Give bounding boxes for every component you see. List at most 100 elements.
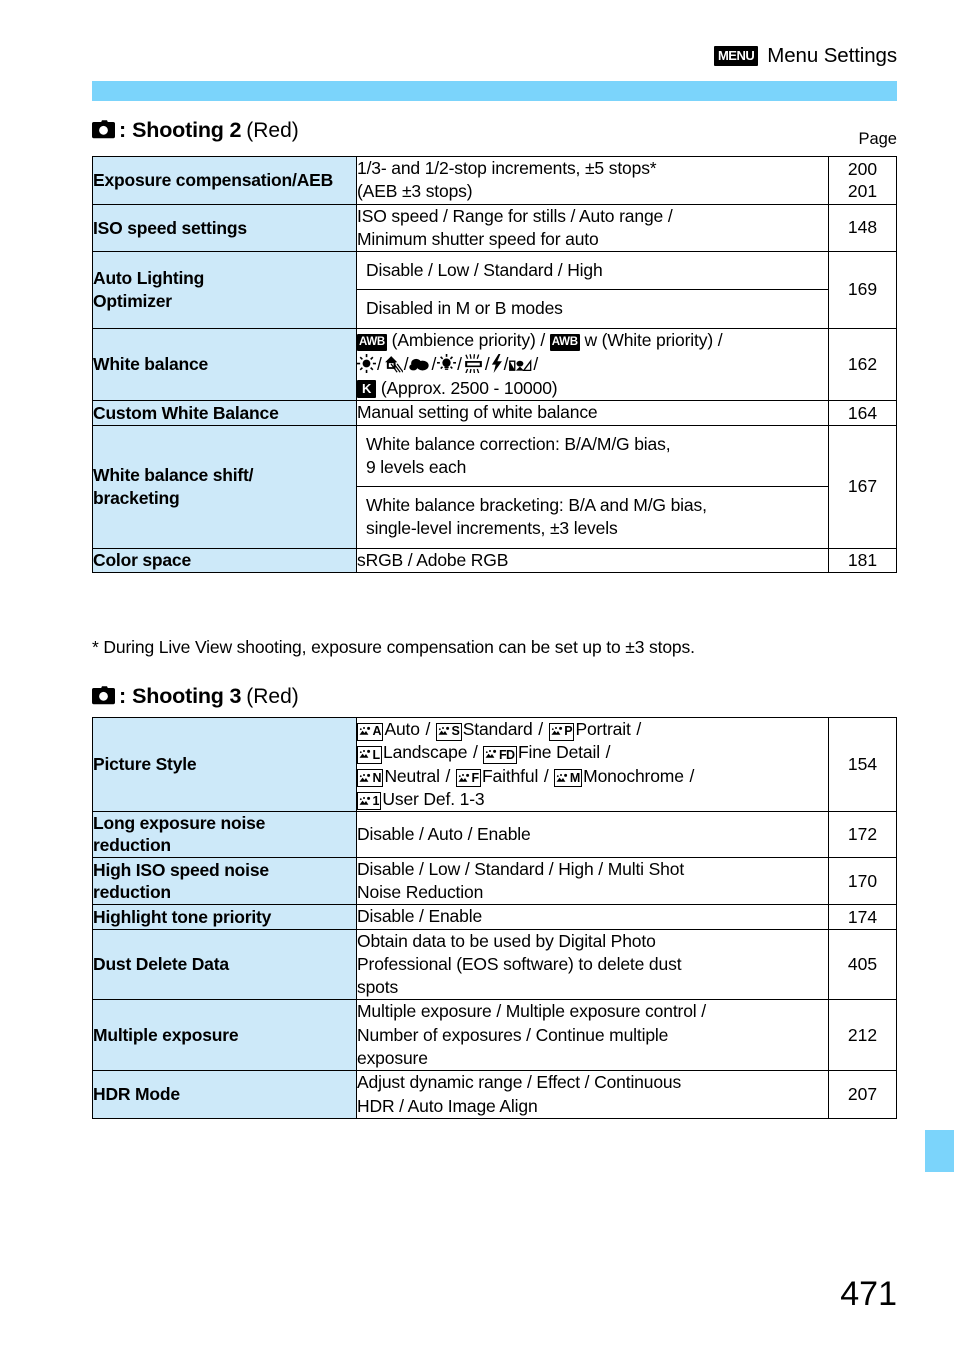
picture-style-standard-icon: S: [435, 722, 462, 741]
picture-style-portrait-icon: P: [548, 722, 575, 741]
table-row: HDR Mode Adjust dynamic range / Effect /…: [92, 1070, 897, 1119]
header-blue-rule: [92, 81, 897, 101]
shooting-3-table: Picture Style A Auto / S Standard / P Po…: [92, 716, 897, 1119]
table-row: High ISO speed noise reduction Disable /…: [92, 856, 897, 906]
row-page-high-iso-nr: 170: [828, 856, 897, 906]
row-page-long-exposure-nr: 172: [828, 811, 897, 858]
picture-style-auto-icon: A: [357, 722, 384, 741]
running-head: MENU Menu Settings: [713, 44, 897, 68]
picture-style-landscape-icon: L: [357, 745, 383, 764]
awb-icon: AWB: [357, 334, 387, 352]
manual-page: MENU Menu Settings : Shooting 2 (Red) Pa…: [0, 0, 954, 1345]
table-row: Highlight tone priority Disable / Enable…: [92, 904, 897, 930]
row-desc-color-space: sRGB / Adobe RGB: [356, 547, 829, 573]
cloudy-icon: [409, 356, 430, 373]
row-desc-iso-speed-settings: ISO speed / Range for stills / Auto rang…: [356, 203, 829, 253]
picture-style-faithful-icon: F: [455, 769, 481, 788]
section-heading-shooting-2: : Shooting 2 (Red): [92, 118, 299, 143]
row-desc-auto-lighting-optimizer: Disable / Low / Standard / High Disabled…: [356, 251, 829, 329]
page-number-200: 200: [847, 158, 878, 179]
side-tab-marker: [925, 1130, 954, 1172]
row-desc-hdr-mode: Adjust dynamic range / Effect / Continuo…: [356, 1070, 829, 1119]
daylight-icon: [357, 353, 376, 373]
camera-icon: [92, 120, 115, 139]
table-row: Auto Lighting Optimizer Disable / Low / …: [92, 251, 897, 329]
page-column-label: Page: [858, 130, 897, 148]
picture-style-monochrome-icon: M: [554, 769, 583, 788]
running-head-title: Menu Settings: [767, 44, 897, 67]
table-row: White balance AWB (Ambience priority) / …: [92, 327, 897, 402]
row-desc-dust-delete-data: Obtain data to be used by Digital Photo …: [356, 928, 829, 1001]
sub-rows: Disable / Low / Standard / High Disabled…: [357, 252, 828, 328]
row-desc-white-balance: AWB (Ambience priority) / AWB w (White p…: [356, 327, 829, 402]
table-row: Dust Delete Data Obtain data to be used …: [92, 928, 897, 1001]
sub-row: Disabled in M or B modes: [366, 298, 563, 319]
section-colon: :: [119, 118, 127, 142]
section-heading-shooting-3: : Shooting 3 (Red): [92, 684, 299, 709]
table-row: ISO speed settings ISO speed / Range for…: [92, 203, 897, 253]
page-number: 471: [840, 1275, 897, 1313]
table-row: Picture Style A Auto / S Standard / P Po…: [92, 716, 897, 813]
row-label-picture-style: Picture Style: [92, 716, 357, 813]
page-number-201: 201: [847, 181, 878, 202]
row-label-long-exposure-nr: Long exposure noise reduction: [92, 811, 357, 858]
row-desc-long-exposure-nr: Disable / Auto / Enable: [356, 811, 829, 858]
row-page-picture-style: 154: [828, 716, 897, 813]
row-label-color-space: Color space: [92, 547, 357, 573]
shooting-2-table: Exposure compensation/AEB 1/3- and 1/2-s…: [92, 156, 897, 573]
row-desc-picture-style: A Auto / S Standard / P Portrait / L Lan…: [356, 716, 829, 813]
section-color-note: (Red): [246, 119, 299, 142]
row-label-custom-white-balance: Custom White Balance: [92, 400, 357, 426]
menu-badge-icon: MENU: [713, 46, 759, 66]
section-color-note: (Red): [246, 685, 299, 708]
sub-row: White balance bracketing: B/A and M/G bi…: [366, 495, 707, 539]
row-label-white-balance-shift: White balance shift/ bracketing: [92, 424, 357, 549]
row-label-auto-lighting-optimizer: Auto Lighting Optimizer: [92, 251, 357, 329]
section-colon: :: [119, 684, 127, 708]
row-page-color-space: 181: [828, 547, 897, 573]
picture-style-user-def-icon: 1: [357, 792, 382, 811]
row-page-auto-lighting-optimizer: 169: [828, 251, 897, 329]
row-page-hdr-mode: 207: [828, 1070, 897, 1119]
row-label-dust-delete-data: Dust Delete Data: [92, 928, 357, 1001]
row-desc-white-balance-shift: White balance correction: B/A/M/G bias, …: [356, 424, 829, 549]
row-desc-highlight-tone-priority: Disable / Enable: [356, 904, 829, 930]
fluorescent-icon: [463, 353, 484, 373]
shade-icon: [383, 355, 403, 373]
row-page-dust-delete-data: 405: [828, 928, 897, 1001]
row-label-iso-speed-settings: ISO speed settings: [92, 203, 357, 253]
sub-row: White balance correction: B/A/M/G bias, …: [357, 425, 828, 488]
picture-style-fine-detail-icon: FD: [483, 745, 517, 764]
section-title: Shooting 2: [132, 118, 242, 142]
row-page-custom-white-balance: 164: [828, 400, 897, 426]
custom-wb-icon: [509, 358, 532, 373]
kelvin-icon: K: [357, 380, 377, 398]
row-label-highlight-tone-priority: Highlight tone priority: [92, 904, 357, 930]
row-label-high-iso-nr: High ISO speed noise reduction: [92, 856, 357, 906]
section-title: Shooting 3: [132, 684, 242, 708]
table-row: Exposure compensation/AEB 1/3- and 1/2-s…: [92, 156, 897, 205]
table-row: Multiple exposure Multiple exposure / Mu…: [92, 999, 897, 1072]
table-row: Custom White Balance Manual setting of w…: [92, 400, 897, 426]
row-page-highlight-tone-priority: 174: [828, 904, 897, 930]
camera-icon: [92, 686, 115, 705]
table-row: Color space sRGB / Adobe RGB 181: [92, 547, 897, 573]
row-label-multiple-exposure: Multiple exposure: [92, 999, 357, 1072]
row-label-exposure-compensation: Exposure compensation/AEB: [92, 156, 357, 205]
picture-style-neutral-icon: N: [357, 769, 384, 788]
footnote: * During Live View shooting, exposure co…: [92, 637, 695, 657]
row-page-white-balance: 162: [828, 327, 897, 402]
flash-icon: [491, 353, 503, 373]
row-desc-custom-white-balance: Manual setting of white balance: [356, 400, 829, 426]
table-row: Long exposure noise reduction Disable / …: [92, 811, 897, 858]
row-page-iso-speed-settings: 148: [828, 203, 897, 253]
row-page-white-balance-shift: 167: [828, 424, 897, 549]
sub-row: Disable / Low / Standard / High: [357, 252, 828, 291]
row-page-multiple-exposure: 212: [828, 999, 897, 1072]
row-desc-exposure-compensation: 1/3- and 1/2-stop increments, ±5 stops* …: [356, 156, 829, 205]
row-page-exposure-compensation: 200 201: [828, 156, 897, 205]
row-label-white-balance: White balance: [92, 327, 357, 402]
row-label-hdr-mode: HDR Mode: [92, 1070, 357, 1119]
row-desc-multiple-exposure: Multiple exposure / Multiple exposure co…: [356, 999, 829, 1072]
table-row: White balance shift/ bracketing White ba…: [92, 424, 897, 549]
